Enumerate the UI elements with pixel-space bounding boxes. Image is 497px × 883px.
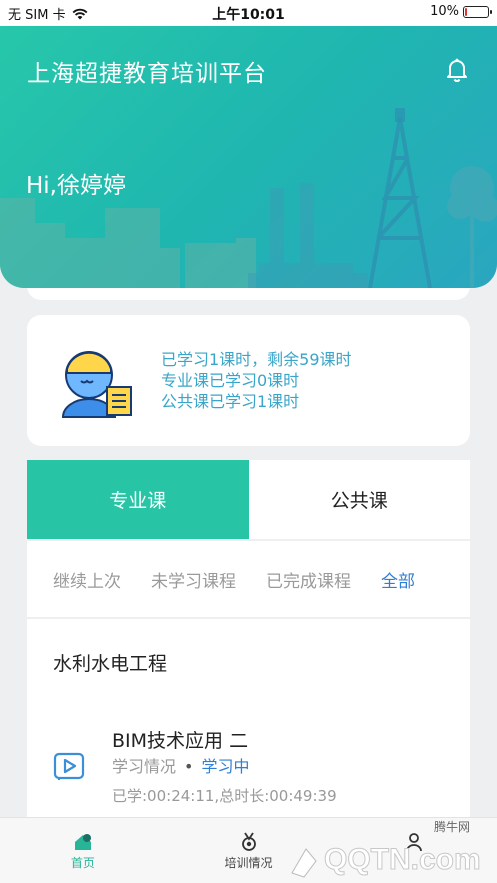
- summary-line-total: 已学习1课时，剩余59课时: [161, 350, 352, 369]
- course-list: 水利水电工程 BIM技术应用 二 学习情况 • 学习中 已学:00:24:11,总时…: [27, 618, 470, 818]
- filter-not-learned[interactable]: 未学习课程: [151, 567, 236, 592]
- app-title: 上海超捷教育培训平台: [27, 61, 267, 87]
- nav-home-label: 首页: [70, 856, 95, 870]
- battery-percent: 10%: [430, 4, 459, 19]
- status-bar: 无 SIM 卡 上午10:01 10%: [0, 0, 497, 26]
- course-type-tabs: 专业课 公共课: [27, 460, 470, 539]
- filter-continue[interactable]: 继续上次: [53, 567, 121, 592]
- battery-fill: [465, 7, 468, 16]
- bell-icon[interactable]: [443, 56, 471, 84]
- filter-completed[interactable]: 已完成课程: [266, 567, 351, 592]
- summary-line-professional: 专业课已学习0课时: [161, 371, 300, 390]
- status-separator: •: [184, 757, 194, 776]
- header-banner: 上海超捷教育培训平台 Hi,徐婷婷: [0, 26, 497, 288]
- filter-all[interactable]: 全部: [381, 567, 415, 592]
- tab-professional[interactable]: 专业课: [27, 460, 249, 539]
- course-title[interactable]: BIM技术应用 二: [112, 726, 248, 753]
- study-summary-card: 已学习1课时，剩余59课时 专业课已学习0课时 公共课已学习1课时: [27, 315, 470, 446]
- watermark-logo: 腾牛网 QQTN.com: [291, 819, 481, 878]
- nav-training-label: 培训情况: [224, 856, 273, 870]
- watermark-brand: 腾牛网: [434, 819, 470, 834]
- greeting-text: Hi,徐婷婷: [26, 173, 126, 199]
- course-duration: 已学:00:24:11,总时长:00:49:39: [112, 787, 337, 805]
- course-status-label: 学习情况: [112, 757, 177, 776]
- tab-public[interactable]: 公共课: [249, 460, 471, 539]
- video-play-icon[interactable]: [53, 750, 85, 782]
- summary-line-public: 公共课已学习1课时: [161, 392, 300, 411]
- course-category: 水利水电工程: [53, 653, 168, 675]
- nav-home[interactable]: 首页: [0, 818, 166, 883]
- home-icon: [74, 834, 91, 850]
- status-right: 10%: [430, 4, 492, 19]
- course-status-value: 学习中: [201, 757, 250, 776]
- status-time: 上午10:01: [212, 7, 285, 23]
- medal-icon: [241, 832, 256, 851]
- summary-lines: 已学习1课时，剩余59课时 专业课已学习0课时 公共课已学习1课时: [161, 349, 352, 412]
- student-avatar-icon: [61, 351, 132, 418]
- course-filter-row: 继续上次 未学习课程 已完成课程 全部: [27, 541, 470, 617]
- course-status: 学习情况 • 学习中: [112, 753, 249, 777]
- watermark-text: QQTN.com: [324, 843, 481, 876]
- battery-icon: [463, 5, 492, 18]
